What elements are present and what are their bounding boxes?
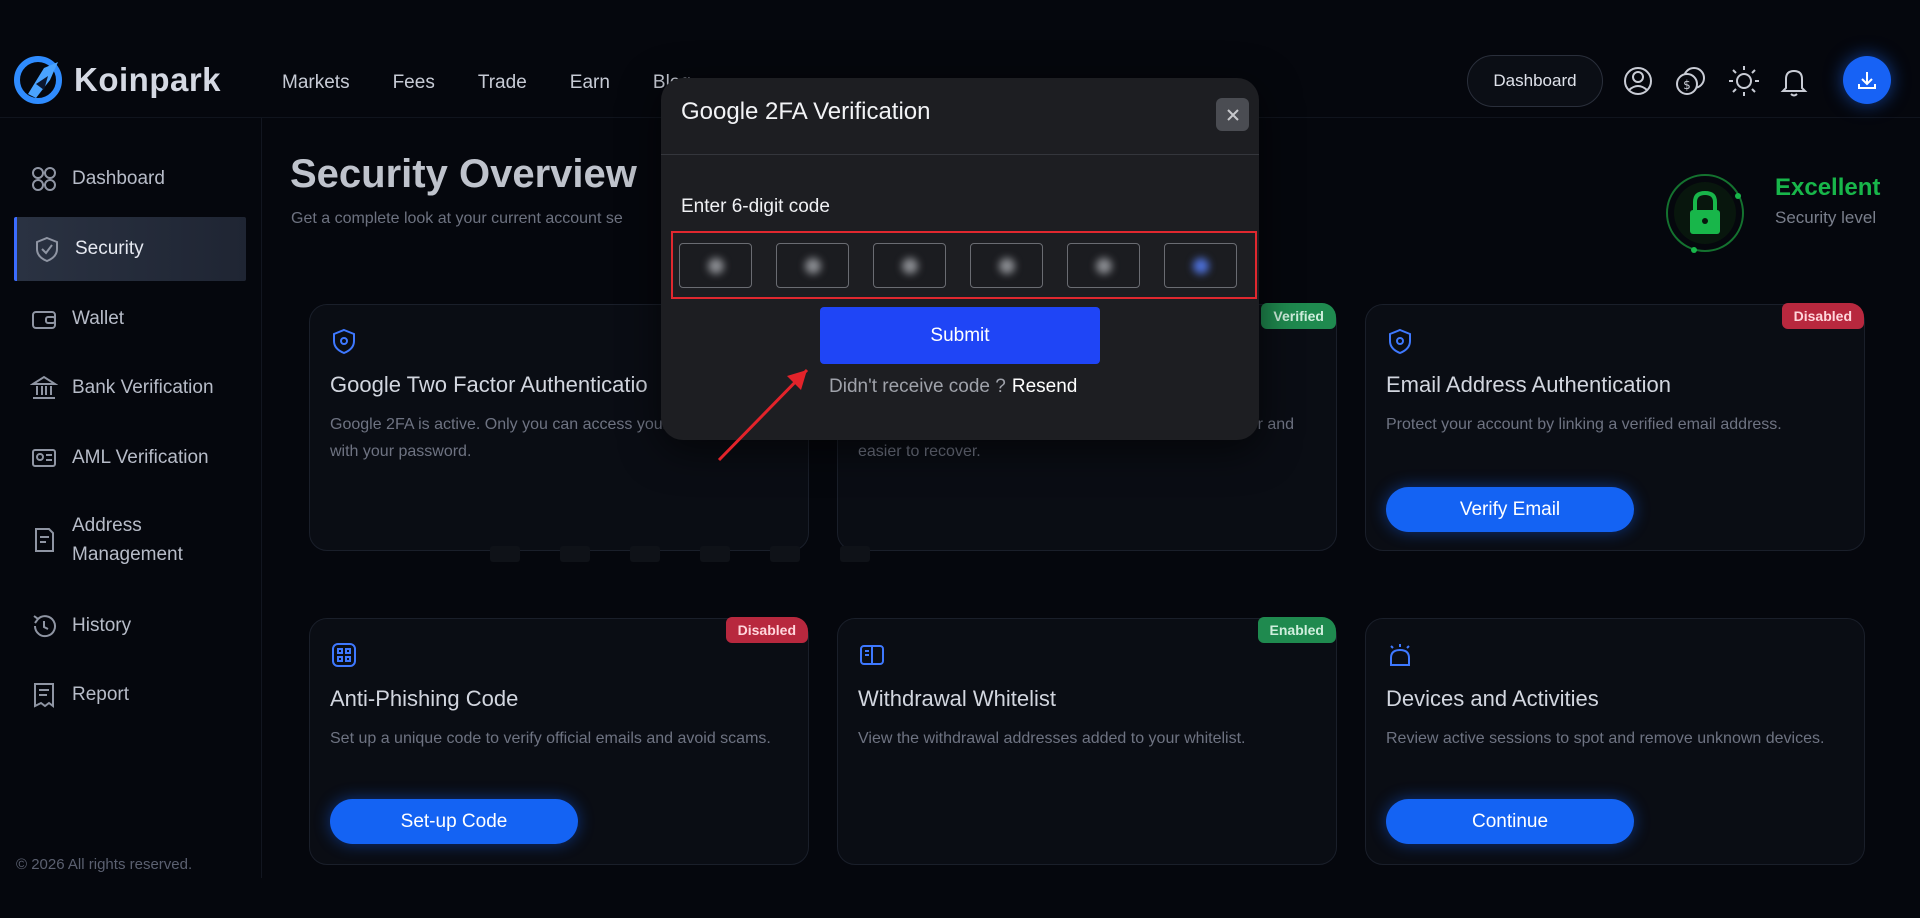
close-icon xyxy=(1226,108,1239,121)
otp-digit-value: • xyxy=(707,257,724,274)
status-badge: Disabled xyxy=(1781,303,1864,329)
continue-button[interactable]: Continue xyxy=(1386,799,1634,844)
grid-icon xyxy=(32,167,56,191)
brand-name: Koinpark xyxy=(74,61,222,98)
verify-email-button[interactable]: Verify Email xyxy=(1386,487,1634,532)
nav-earn[interactable]: Earn xyxy=(570,72,610,94)
sidebar-item-report[interactable]: Report xyxy=(14,663,246,727)
loading-placeholder xyxy=(490,546,870,568)
report-icon xyxy=(34,683,54,708)
setup-code-button[interactable]: Set-up Code xyxy=(330,799,578,844)
resend-link[interactable]: Resend xyxy=(1012,376,1078,397)
sidebar-item-label: Bank Verification xyxy=(72,377,214,398)
book-open-icon xyxy=(860,645,884,665)
document-edit-icon xyxy=(35,528,54,552)
card-withdrawal-whitelist: Enabled Withdrawal Whitelist View the wi… xyxy=(837,617,1337,865)
history-icon xyxy=(33,615,56,638)
otp-digit-value: • xyxy=(1095,257,1112,274)
svg-text:$: $ xyxy=(1683,78,1691,92)
status-badge: Verified xyxy=(1261,303,1336,329)
card-title: Email Address Authentication xyxy=(1386,372,1671,397)
user-profile-icon[interactable] xyxy=(1621,64,1655,98)
shield-icon xyxy=(1389,328,1411,355)
card-title: Anti-Phishing Code xyxy=(330,686,519,711)
card-title: Google Two Factor Authenticatio xyxy=(330,372,648,397)
otp-label: Enter 6-digit code xyxy=(681,196,830,217)
page-subtitle: Get a complete look at your current acco… xyxy=(291,210,623,227)
sidebar: Dashboard Security Wallet Bank Verificat… xyxy=(0,118,262,878)
otp-digit-value: • xyxy=(1192,257,1209,274)
download-app-button[interactable] xyxy=(1843,56,1891,104)
sidebar-item-address-management[interactable]: Address Management xyxy=(14,502,246,578)
card-description: Set up a unique code to verify official … xyxy=(330,730,771,747)
brand-logo[interactable]: Koinpark xyxy=(14,54,221,106)
sidebar-item-history[interactable]: History xyxy=(14,594,246,658)
otp-digit-value: • xyxy=(998,257,1015,274)
sidebar-item-bank-verification[interactable]: Bank Verification xyxy=(14,356,246,420)
coins-icon[interactable]: $ xyxy=(1674,64,1708,98)
nav-fees[interactable]: Fees xyxy=(393,72,435,94)
card-email-authentication: Disabled Email Address Authentication Pr… xyxy=(1365,303,1865,551)
modal-close-button[interactable] xyxy=(1216,98,1249,131)
qr-scan-icon xyxy=(332,643,356,667)
sidebar-item-label: AML Verification xyxy=(72,447,209,468)
otp-digit-1[interactable]: • xyxy=(679,243,752,288)
security-level-title: Excellent xyxy=(1775,174,1881,201)
sidebar-item-security[interactable]: Security xyxy=(14,217,246,281)
card-devices-activities: Devices and Activities Review active ses… xyxy=(1365,618,1865,865)
sidebar-item-label: Address Management xyxy=(72,515,183,565)
security-level-lock-icon xyxy=(1666,174,1744,253)
otp-digit-3[interactable]: • xyxy=(873,243,946,288)
otp-digit-5[interactable]: • xyxy=(1067,243,1140,288)
shield-check-icon xyxy=(36,236,58,263)
wallet-icon xyxy=(32,311,56,329)
id-card-icon xyxy=(32,449,56,467)
modal-divider xyxy=(661,154,1259,155)
sidebar-item-label: History xyxy=(72,615,132,636)
card-description: View the withdrawal addresses added to y… xyxy=(858,730,1246,747)
card-description: Protect your account by linking a verifi… xyxy=(1386,416,1782,433)
otp-digit-value: • xyxy=(901,257,918,274)
submit-button[interactable]: Submit xyxy=(820,307,1100,364)
card-anti-phishing: Disabled Anti-Phishing Code Set up a uni… xyxy=(309,617,809,865)
card-title: Withdrawal Whitelist xyxy=(858,686,1057,711)
sidebar-item-wallet[interactable]: Wallet xyxy=(14,287,246,351)
resend-prompt: Didn't receive code ? xyxy=(829,376,1006,397)
dashboard-button[interactable]: Dashboard xyxy=(1467,55,1603,107)
annotation-arrow-icon xyxy=(717,368,809,462)
card-title: Devices and Activities xyxy=(1386,686,1599,711)
download-icon xyxy=(1858,72,1876,89)
theme-sun-icon[interactable] xyxy=(1727,64,1761,98)
sidebar-item-aml-verification[interactable]: AML Verification xyxy=(14,426,246,490)
bank-icon xyxy=(30,375,58,399)
sidebar-item-label: Wallet xyxy=(72,308,125,329)
notification-bell-icon[interactable] xyxy=(1777,64,1811,98)
otp-input-group: • • • • • • xyxy=(671,231,1257,299)
otp-digit-value: • xyxy=(804,257,821,274)
nav-trade[interactable]: Trade xyxy=(478,72,527,94)
sidebar-item-dashboard[interactable]: Dashboard xyxy=(14,147,246,211)
otp-digit-2[interactable]: • xyxy=(776,243,849,288)
page-title: Security Overview xyxy=(290,152,637,196)
resend-row: Didn't receive code ? Resend xyxy=(829,376,1077,398)
status-badge: Disabled xyxy=(725,617,808,643)
status-badge: Enabled xyxy=(1257,617,1336,643)
sidebar-item-label: Report xyxy=(72,684,130,705)
otp-digit-6[interactable]: • xyxy=(1164,243,1237,288)
main-nav: Markets Fees Trade Earn Blog xyxy=(282,72,691,94)
alarm-device-icon xyxy=(1390,644,1410,666)
otp-digit-4[interactable]: • xyxy=(970,243,1043,288)
sidebar-item-label: Security xyxy=(75,238,144,259)
koinpark-logo-icon xyxy=(14,56,62,104)
nav-markets[interactable]: Markets xyxy=(282,72,350,94)
shield-icon xyxy=(333,328,355,355)
security-level-subtitle: Security level xyxy=(1775,208,1877,227)
sidebar-item-label: Dashboard xyxy=(72,168,165,189)
modal-title: Google 2FA Verification xyxy=(681,98,931,125)
card-description: Review active sessions to spot and remov… xyxy=(1386,730,1825,747)
copyright-text: © 2026 All rights reserved. xyxy=(16,856,193,873)
